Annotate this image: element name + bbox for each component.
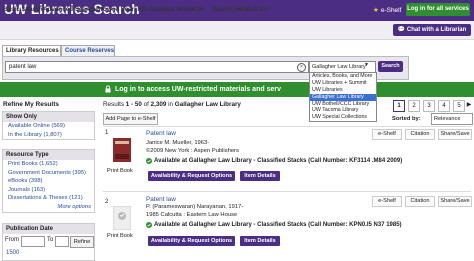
facet-show-only: Show Only Available Online (569) In the … — [2, 111, 95, 141]
facet-heading: Publication Date — [3, 224, 94, 234]
chat-librarian-button[interactable]: 💬 Chat with a Librarian — [393, 24, 471, 36]
login-banner-text: Log in to access UW-restricted materials… — [115, 86, 281, 93]
chat-icon: 💬 — [397, 27, 407, 33]
book-placeholder-image[interactable] — [113, 206, 131, 230]
nav-basic-search[interactable]: Basic Search — [3, 6, 43, 13]
date-to-input[interactable] — [55, 236, 69, 247]
refine-button[interactable]: Refine — [70, 236, 94, 248]
sorted-by-label: Sorted by: — [392, 116, 421, 122]
refine-title: Refine My Results — [3, 101, 59, 108]
clear-icon[interactable]: × — [297, 63, 306, 72]
availability-text: Available at Gallagher Law Library - Cla… — [154, 222, 402, 228]
share-save-button[interactable]: Share/Save — [438, 129, 472, 140]
date-from-label: From — [5, 237, 19, 243]
page-3[interactable]: 3 — [423, 100, 435, 112]
page-1[interactable]: 1 — [393, 100, 405, 112]
eshelf-label: e-Shelf — [380, 7, 402, 14]
scope-option-selected[interactable]: Gallagher Law Library — [310, 93, 376, 101]
format-label: Print Book — [107, 233, 133, 239]
result-number: 2 — [105, 199, 109, 205]
available-check-icon — [146, 222, 152, 228]
result-number: 1 — [105, 130, 109, 136]
results-prefix: Results — [103, 101, 124, 108]
nav-ask-us[interactable]: Ask Us! — [246, 6, 269, 13]
facet-item[interactable]: Print Books (1,652) — [3, 160, 94, 169]
nav-search-help[interactable]: Search Help — [212, 6, 248, 13]
format-label: Print Book — [107, 168, 133, 174]
tab-library-resources[interactable]: Library Resources — [2, 45, 61, 56]
facet-item[interactable]: Journals (163) — [3, 186, 94, 195]
lock-icon — [105, 85, 111, 93]
facet-item[interactable]: Government Documents (395) — [3, 169, 94, 178]
scope-option[interactable]: UW Special Collections — [310, 114, 376, 121]
available-check-icon — [146, 158, 152, 164]
facet-item[interactable]: In the Library (1,807) — [3, 131, 94, 140]
chevron-down-icon: ▼ — [364, 62, 369, 68]
divider — [103, 191, 471, 192]
result-author: P. (Parameswaran) Narayanan, 1917- — [146, 204, 244, 210]
year-label[interactable]: 1500 — [6, 250, 19, 256]
nav-e-journals[interactable]: E-Journals — [142, 6, 175, 13]
share-save-button[interactable]: Share/Save — [438, 196, 472, 207]
item-details-button[interactable]: Item Details — [240, 236, 280, 246]
login-button[interactable]: Log in for all services — [406, 3, 470, 16]
nav-browse-search[interactable]: Browse Search — [96, 6, 142, 13]
eshelf-action-button[interactable]: e-Shelf — [372, 196, 402, 207]
page-5[interactable]: 5 — [453, 100, 465, 112]
date-from-input[interactable] — [21, 236, 45, 247]
divider — [103, 126, 471, 127]
facet-item[interactable]: eBooks (398) — [3, 177, 94, 186]
eshelf-link[interactable]: ★ e-Shelf — [373, 6, 401, 14]
scope-option[interactable]: Articles, Books, and More — [310, 73, 376, 80]
scope-option[interactable]: UW Bothell/CCC Library — [310, 101, 376, 108]
results-total: 2,309 — [150, 101, 167, 108]
page-2[interactable]: 2 — [408, 100, 420, 112]
scope-option[interactable]: UW Libraries + Summit — [310, 80, 376, 87]
facet-heading: Show Only — [3, 112, 94, 122]
citation-button[interactable]: Citation — [405, 129, 435, 140]
add-page-eshelf-button[interactable]: Add Page to e-Shelf — [103, 113, 158, 125]
results-summary: Results 1 - 50 of 2,309 in Gallagher Law… — [103, 101, 241, 108]
book-cover-image[interactable] — [113, 138, 131, 162]
eshelf-action-button[interactable]: e-Shelf — [372, 129, 402, 140]
result-title-link[interactable]: Patent law — [146, 130, 176, 137]
citation-button[interactable]: Citation — [405, 196, 435, 207]
next-page-icon[interactable]: ▶ — [466, 100, 472, 110]
facet-item[interactable]: Available Online (569) — [3, 122, 94, 131]
date-to-label: To — [47, 237, 54, 243]
result-publication: 1985 Calcutta : Eastern Law House — [146, 212, 238, 218]
search-button[interactable]: Search — [378, 61, 403, 72]
scope-option[interactable]: UW Tacoma Library — [310, 107, 376, 114]
facet-resource-type: Resource Type Print Books (1,652) Govern… — [2, 149, 95, 213]
nav-advanced-search[interactable]: Advanced Search — [43, 6, 96, 13]
facet-heading: Resource Type — [3, 150, 94, 160]
results-in: in — [168, 101, 174, 108]
page-4[interactable]: 4 — [438, 100, 450, 112]
results-of: of — [143, 101, 149, 108]
tab-course-reserves[interactable]: Course Reserves — [61, 45, 115, 56]
availability-text: Available at Gallagher Law Library - Cla… — [154, 158, 403, 164]
nav-worldcat[interactable]: WorldCat — [176, 6, 204, 13]
search-input[interactable]: patent law — [5, 61, 309, 73]
availability-request-button[interactable]: Availability & Request Options — [148, 236, 235, 246]
star-icon: ★ — [373, 7, 379, 14]
facet-item[interactable]: Dissertations & Theses (121) — [3, 194, 94, 203]
availability-request-button[interactable]: Availability & Request Options — [148, 171, 235, 181]
result-title-link[interactable]: Patent law — [146, 196, 176, 203]
scope-option[interactable]: UW Libraries — [310, 87, 376, 94]
more-options-link[interactable]: More options — [3, 203, 94, 212]
item-details-button[interactable]: Item Details — [240, 171, 280, 181]
results-scope: Gallagher Law Library — [174, 101, 241, 108]
result-publication: ©2009 New York : Aspen Publishers — [146, 148, 239, 154]
scope-dropdown: Articles, Books, and More UW Libraries +… — [309, 72, 377, 123]
chat-label: Chat with a Librarian — [406, 27, 467, 33]
result-author: Janice M. Mueller, 1963- — [146, 140, 210, 146]
sort-select[interactable]: Relevance — [431, 113, 473, 125]
results-range: 1 - 50 — [125, 101, 142, 108]
